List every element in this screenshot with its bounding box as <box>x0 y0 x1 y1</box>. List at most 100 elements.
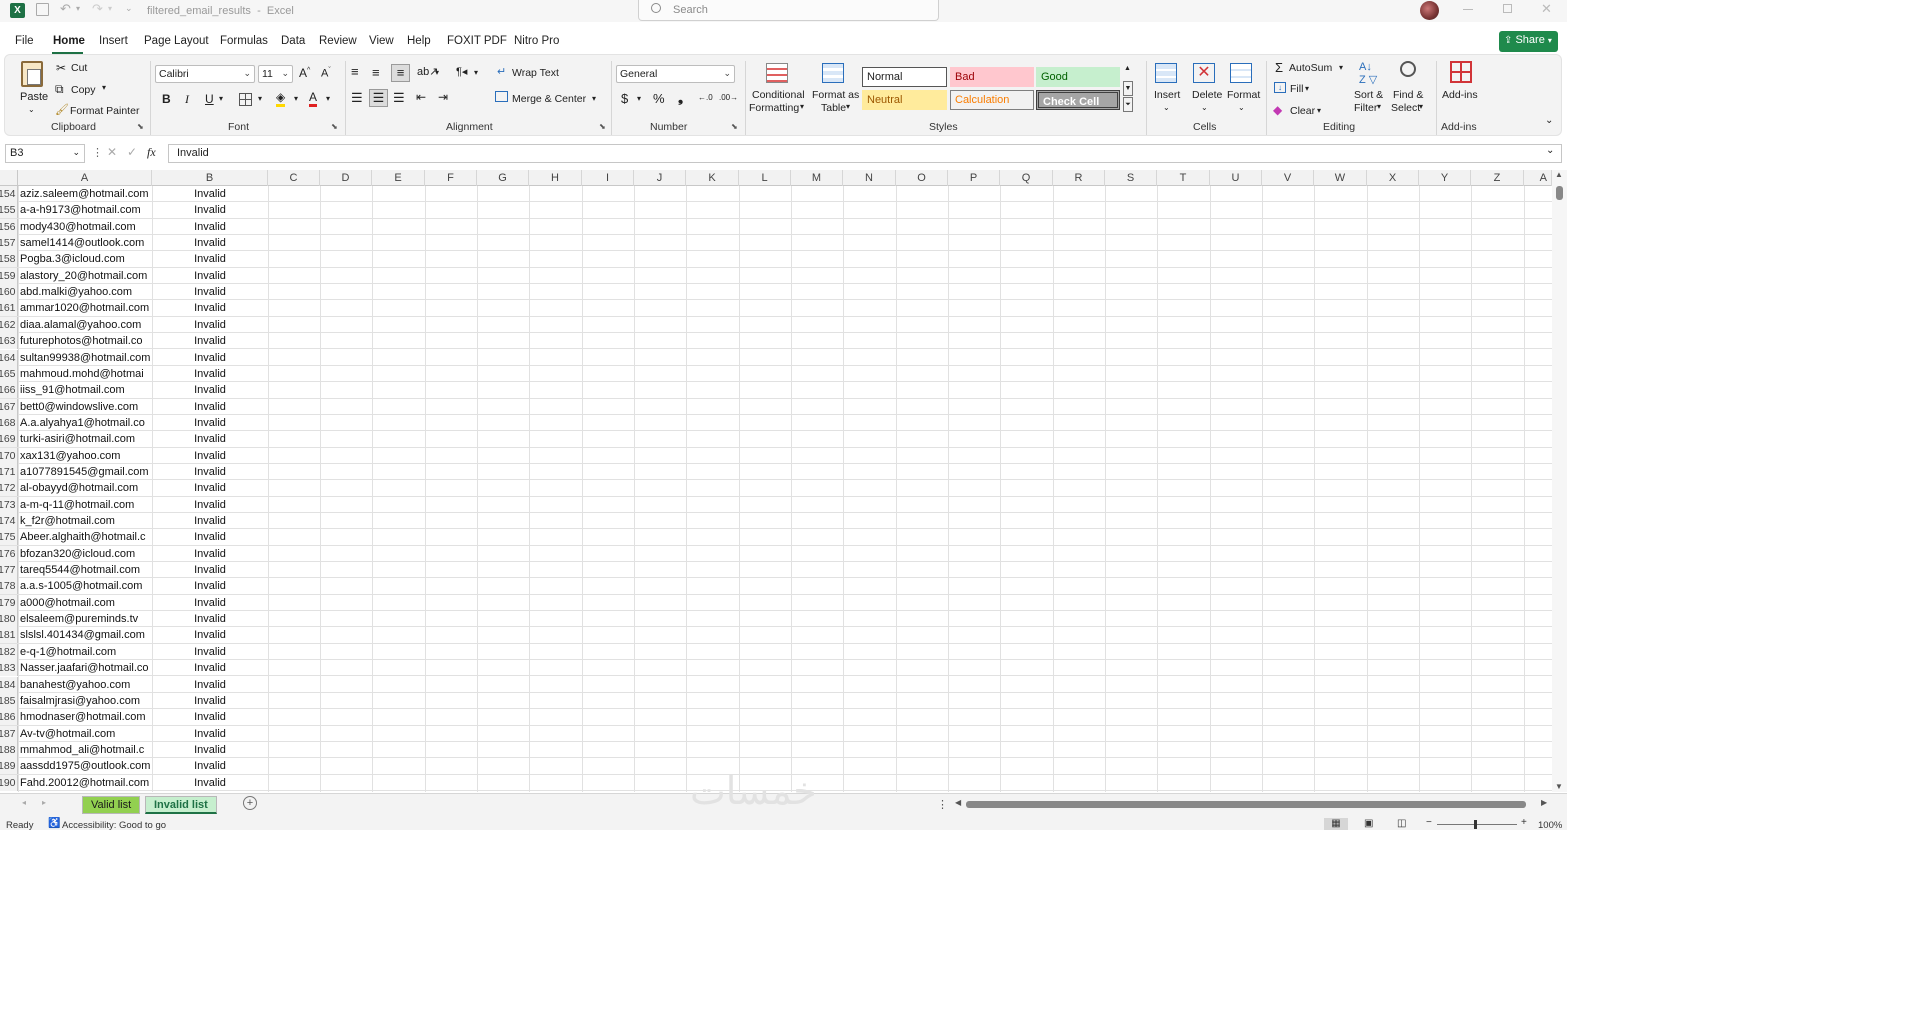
email-cell[interactable]: turki-asiri@hotmail.com <box>20 431 151 447</box>
collapse-ribbon-icon[interactable]: ⌄ <box>1545 115 1553 126</box>
row-header[interactable]: 183 <box>0 660 18 677</box>
email-cell[interactable]: al-obayyd@hotmail.com <box>20 480 151 496</box>
vertical-scrollbar[interactable]: ▲ ▼ <box>1552 170 1567 792</box>
borders-icon[interactable] <box>239 93 252 106</box>
row-header[interactable]: 165 <box>0 365 18 382</box>
format-as-table-button[interactable]: Format as Table ▾ <box>810 61 860 119</box>
column-header[interactable]: A <box>18 170 152 186</box>
scroll-down-icon[interactable]: ▼ <box>1555 782 1563 791</box>
sheet-tab-invalid-list[interactable]: Invalid list <box>145 796 217 814</box>
row-header[interactable]: 159 <box>0 267 18 284</box>
email-cell[interactable]: a000@hotmail.com <box>20 595 151 611</box>
status-cell[interactable]: Invalid <box>153 219 267 235</box>
email-cell[interactable]: elsaleem@pureminds.tv <box>20 611 151 627</box>
dialog-launcher-icon[interactable]: ⬊ <box>137 122 144 131</box>
zoom-slider[interactable] <box>1437 824 1517 825</box>
status-cell[interactable]: Invalid <box>153 709 267 725</box>
format-painter-label[interactable]: Format Painter <box>70 105 139 117</box>
status-cell[interactable]: Invalid <box>153 546 267 562</box>
chevron-down-icon[interactable]: ▾ <box>592 94 596 103</box>
status-cell[interactable]: Invalid <box>153 578 267 594</box>
redo-icon[interactable]: ↷ <box>92 1 103 17</box>
column-header[interactable]: U <box>1210 170 1262 186</box>
status-cell[interactable]: Invalid <box>153 317 267 333</box>
scroll-thumb[interactable] <box>1556 186 1563 200</box>
email-cell[interactable]: diaa.alamal@yahoo.com <box>20 317 151 333</box>
cut-icon[interactable]: ✂ <box>56 61 66 75</box>
email-cell[interactable]: mody430@hotmail.com <box>20 219 151 235</box>
page-break-view-icon[interactable]: ◫ <box>1397 818 1406 829</box>
email-cell[interactable]: bett0@windowslive.com <box>20 399 151 415</box>
avatar[interactable] <box>1420 1 1439 20</box>
status-cell[interactable]: Invalid <box>153 284 267 300</box>
tab-foxit-pdf[interactable]: FOXIT PDF <box>447 35 507 47</box>
page-layout-view-icon[interactable]: ▣ <box>1364 818 1373 829</box>
row-header[interactable]: 186 <box>0 709 18 726</box>
increase-indent-icon[interactable]: ⇥ <box>438 90 448 104</box>
email-cell[interactable]: hmodnaser@hotmail.com <box>20 709 151 725</box>
chevron-down-icon[interactable]: ▾ <box>474 68 478 77</box>
copy-icon[interactable]: ⧉ <box>55 82 64 97</box>
zoom-level[interactable]: 100% <box>1538 820 1562 831</box>
tab-nitro-pro[interactable]: Nitro Pro <box>514 35 559 47</box>
row-header[interactable]: 167 <box>0 398 18 415</box>
name-box[interactable]: B3 ⌄ <box>5 144 85 163</box>
row-header[interactable]: 155 <box>0 202 18 219</box>
style-good[interactable]: Good <box>1036 67 1120 87</box>
column-header[interactable]: S <box>1105 170 1157 186</box>
add-sheet-icon[interactable]: + <box>243 796 257 810</box>
row-header[interactable]: 188 <box>0 741 18 758</box>
cut-label[interactable]: Cut <box>71 62 87 74</box>
row-header[interactable]: 184 <box>0 676 18 693</box>
column-header[interactable]: G <box>477 170 529 186</box>
row-header[interactable]: 161 <box>0 300 18 317</box>
email-cell[interactable]: xax131@yahoo.com <box>20 448 151 464</box>
chevron-down-icon[interactable]: ▾ <box>219 94 223 103</box>
font-name-select[interactable]: Calibri ⌄ <box>155 65 255 83</box>
email-cell[interactable]: bfozan320@icloud.com <box>20 546 151 562</box>
merge-center-icon[interactable] <box>495 91 508 102</box>
row-header[interactable]: 162 <box>0 316 18 333</box>
email-cell[interactable]: A.a.alyahya1@hotmail.co <box>20 415 151 431</box>
status-cell[interactable]: Invalid <box>153 677 267 693</box>
column-header[interactable]: Y <box>1419 170 1471 186</box>
sort-filter-button[interactable]: A↓ Z ▽ Sort & Filter ▾ <box>1351 61 1391 119</box>
customize-qat-icon[interactable]: ⌄ <box>125 3 133 14</box>
column-header[interactable]: W <box>1314 170 1367 186</box>
email-cell[interactable]: Pogba.3@icloud.com <box>20 251 151 267</box>
status-cell[interactable]: Invalid <box>153 251 267 267</box>
email-cell[interactable]: ammar1020@hotmail.com <box>20 300 151 316</box>
chevron-down-icon[interactable]: ▾ <box>435 68 439 77</box>
status-cell[interactable]: Invalid <box>153 431 267 447</box>
status-cell[interactable]: Invalid <box>153 595 267 611</box>
formula-input[interactable]: Invalid <box>168 144 1562 163</box>
align-top-icon[interactable]: ≡ <box>351 64 359 79</box>
percent-icon[interactable]: % <box>653 91 665 106</box>
styles-more-icon[interactable]: ⏷ <box>1123 97 1133 112</box>
insert-function-icon[interactable]: fx <box>147 145 156 160</box>
row-header[interactable]: 164 <box>0 349 18 366</box>
email-cell[interactable]: sultan99938@hotmail.com <box>20 350 151 366</box>
autosum-label[interactable]: AutoSum <box>1289 62 1332 74</box>
email-cell[interactable]: Av-tv@hotmail.com <box>20 726 151 742</box>
status-cell[interactable]: Invalid <box>153 742 267 758</box>
scroll-up-icon[interactable]: ▲ <box>1555 170 1563 179</box>
email-cell[interactable]: a-a-h9173@hotmail.com <box>20 202 151 218</box>
email-cell[interactable]: Fahd.20012@hotmail.com <box>20 775 151 791</box>
add-ins-button[interactable]: Add-ins <box>1442 61 1482 109</box>
email-cell[interactable]: k_f2r@hotmail.com <box>20 513 151 529</box>
style-bad[interactable]: Bad <box>950 67 1034 87</box>
status-cell[interactable]: Invalid <box>153 775 267 791</box>
email-cell[interactable]: a-m-q-11@hotmail.com <box>20 497 151 513</box>
status-cell[interactable]: Invalid <box>153 366 267 382</box>
scroll-tabs-right-icon[interactable]: ▸ <box>42 798 46 807</box>
row-header[interactable]: 168 <box>0 414 18 431</box>
column-header[interactable]: P <box>948 170 1000 186</box>
status-cell[interactable]: Invalid <box>153 186 267 202</box>
status-cell[interactable]: Invalid <box>153 693 267 709</box>
align-middle-icon[interactable]: ≡ <box>372 65 380 80</box>
row-header[interactable]: 156 <box>0 218 18 235</box>
styles-scroll-up-icon[interactable]: ▲ <box>1124 65 1131 72</box>
email-cell[interactable]: iiss_91@hotmail.com <box>20 382 151 398</box>
expand-formula-bar-icon[interactable]: ⌄ <box>1546 145 1554 156</box>
